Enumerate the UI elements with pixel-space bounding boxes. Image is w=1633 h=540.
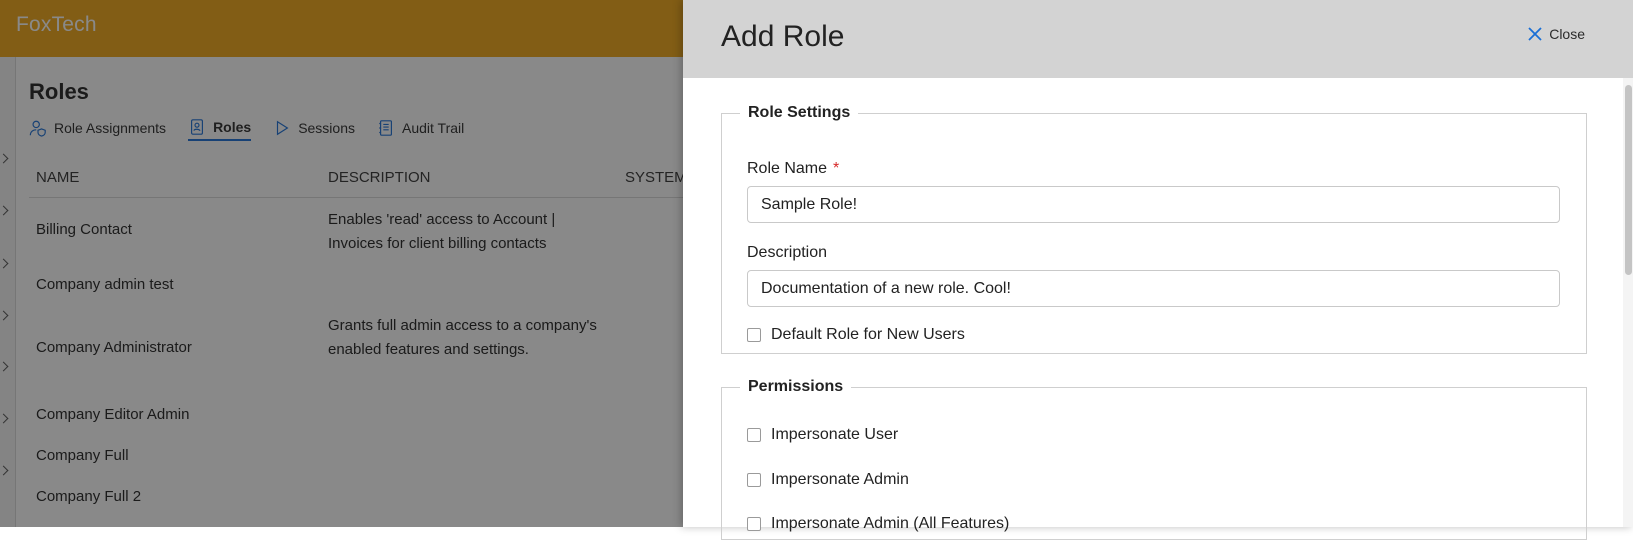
permissions-group: Permissions Impersonate User Impersonate… bbox=[721, 378, 1587, 540]
role-name-label: Role Name * bbox=[747, 160, 839, 178]
permission-option[interactable]: Impersonate Admin bbox=[747, 471, 909, 489]
role-name-input[interactable] bbox=[747, 186, 1560, 223]
permission-checkbox[interactable] bbox=[747, 473, 761, 487]
panel-title: Add Role bbox=[721, 20, 845, 53]
permission-label: Impersonate Admin (All Features) bbox=[771, 515, 1010, 532]
role-settings-legend: Role Settings bbox=[748, 104, 851, 121]
description-input[interactable] bbox=[747, 270, 1560, 307]
role-settings-group: Role Settings Role Name * Description Def… bbox=[721, 104, 1587, 354]
permission-option[interactable]: Impersonate User bbox=[747, 426, 898, 444]
permissions-legend: Permissions bbox=[748, 378, 844, 395]
close-label: Close bbox=[1549, 26, 1585, 42]
default-role-checkbox[interactable] bbox=[747, 328, 761, 342]
permission-checkbox[interactable] bbox=[747, 517, 761, 531]
permission-checkbox[interactable] bbox=[747, 428, 761, 442]
permission-label: Impersonate User bbox=[771, 426, 899, 443]
close-icon bbox=[1528, 27, 1542, 41]
default-role-label: Default Role for New Users bbox=[771, 326, 965, 343]
required-marker: * bbox=[833, 160, 840, 177]
permission-label: Impersonate Admin bbox=[771, 471, 909, 488]
role-name-label-text: Role Name bbox=[747, 160, 828, 177]
close-button[interactable]: Close bbox=[1528, 26, 1585, 42]
description-label: Description bbox=[747, 244, 828, 261]
panel-header: Add Role Close bbox=[683, 0, 1633, 78]
add-role-panel: Add Role Close Role Settings Role Name * … bbox=[683, 0, 1633, 540]
default-role-option[interactable]: Default Role for New Users bbox=[747, 326, 965, 344]
scrollbar-thumb[interactable] bbox=[1625, 85, 1632, 275]
permission-option[interactable]: Impersonate Admin (All Features) bbox=[747, 515, 1009, 533]
